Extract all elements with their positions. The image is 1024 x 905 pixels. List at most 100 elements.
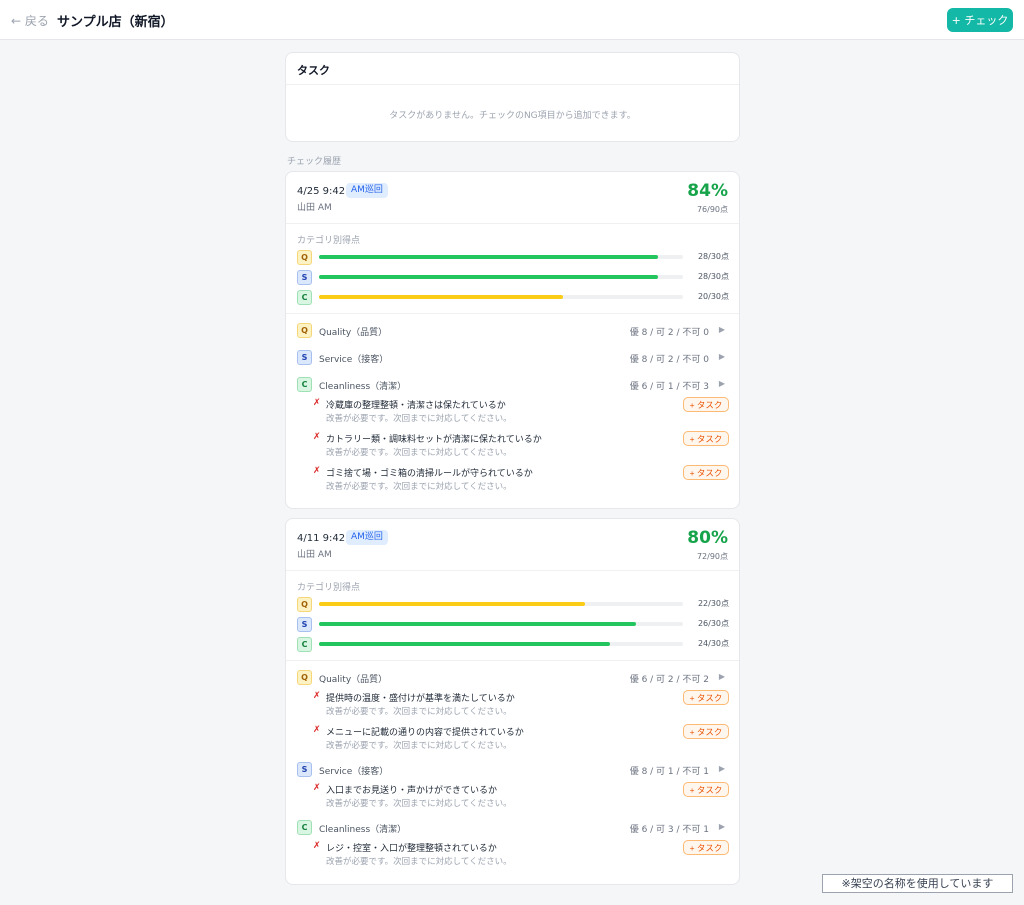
category-group-stats: 優 6 / 可 1 / 不可 3 xyxy=(629,382,709,392)
check-history-label: チェック履歴 xyxy=(287,157,342,167)
category-group-stats: 優 6 / 可 3 / 不可 1 xyxy=(629,825,709,835)
category-group-name: Service（接客） xyxy=(319,767,389,777)
ng-item: ✗ 提供時の温度・盛付けが基準を満たしているか 改善が必要です。次回までに対応してく… xyxy=(313,690,729,718)
category-score-row: Q 28/30点 xyxy=(297,250,729,265)
category-score-bar xyxy=(319,602,683,606)
record-divider xyxy=(286,660,739,661)
category-score-row: S 26/30点 xyxy=(297,617,729,632)
category-score-bar xyxy=(319,642,683,646)
category-score-title: カテゴリ別得点 xyxy=(297,583,361,593)
record-percent: 84% xyxy=(687,181,728,201)
category-s-icon: S xyxy=(297,762,312,777)
category-score-row: S 28/30点 xyxy=(297,270,729,285)
ng-mark-icon: ✗ xyxy=(313,398,321,408)
task-empty-message: タスクがありません。チェックのNG項目から追加できます。 xyxy=(389,111,636,121)
ng-item-note: 改善が必要です。次回までに対応してください。 xyxy=(326,707,512,717)
ng-item: ✗ ゴミ捨て場・ゴミ箱の清掃ルールが守られているか 改善が必要です。次回までに対応し… xyxy=(313,465,729,493)
ng-item-note: 改善が必要です。次回までに対応してください。 xyxy=(326,799,512,809)
ng-item-note: 改善が必要です。次回までに対応してください。 xyxy=(326,482,512,492)
expand-arrow-icon[interactable]: ▶ xyxy=(719,822,725,831)
category-c-icon: C xyxy=(297,290,312,305)
category-score-bar-fill xyxy=(319,622,636,626)
category-s-icon: S xyxy=(297,350,312,365)
category-group-row[interactable]: S Service（接客） 優 8 / 可 2 / 不可 0 ▶ xyxy=(297,350,729,365)
ng-mark-icon: ✗ xyxy=(313,691,321,701)
ng-item: ✗ 入口までお見送り・声かけができているか改善が必要です。次回までに対応してくださ… xyxy=(313,782,729,810)
ng-mark-icon: ✗ xyxy=(313,783,321,793)
add-task-button[interactable]: + タスク xyxy=(683,397,729,412)
ng-item: ✗ 冷蔵庫の整理整頓・清潔さは保たれているか 改善が必要です。次回までに対応してくだ… xyxy=(313,397,729,425)
category-group-stats: 優 8 / 可 2 / 不可 0 xyxy=(629,355,709,365)
category-s-icon: S xyxy=(297,617,312,632)
ng-item-note: 改善が必要です。次回までに対応してください。 xyxy=(326,414,512,424)
ng-item-text: レジ・控室・入口が整理整頓されているか xyxy=(326,844,497,854)
record-user: 山田 AM xyxy=(297,203,332,213)
category-score-bar-fill xyxy=(319,602,585,606)
category-group-row[interactable]: C Cleanliness（清潔） 優 6 / 可 1 / 不可 3 ▶ xyxy=(297,377,729,392)
record-date: 4/11 9:42 xyxy=(297,533,346,544)
expand-arrow-icon[interactable]: ▶ xyxy=(719,325,725,334)
category-group-row[interactable]: Q Quality（品質） 優 6 / 可 2 / 不可 2 ▶ xyxy=(297,670,729,685)
expand-arrow-icon[interactable]: ▶ xyxy=(719,764,725,773)
category-group-name: Quality（品質） xyxy=(319,675,388,685)
category-score-bar xyxy=(319,622,683,626)
ng-mark-icon: ✗ xyxy=(313,725,321,735)
category-score-bar-fill xyxy=(319,255,658,259)
category-score-row: C 20/30点 xyxy=(297,290,729,305)
record-date: 4/25 9:42 xyxy=(297,186,346,197)
category-q-icon: Q xyxy=(297,323,312,338)
category-score-title: カテゴリ別得点 xyxy=(297,236,361,246)
record-header: 4/11 9:42 AM巡回 山田 AM 80% 72/90点 xyxy=(286,519,739,571)
page-title: サンプル店（新宿） xyxy=(57,15,174,30)
ng-item-text: ゴミ捨て場・ゴミ箱の清掃ルールが守られているか xyxy=(326,469,533,479)
category-group-name: Cleanliness（清潔） xyxy=(319,382,407,392)
top-bar: ← 戻る サンプル店（新宿） + チェック xyxy=(0,0,1024,40)
expand-arrow-icon[interactable]: ▶ xyxy=(719,352,725,361)
add-task-button[interactable]: + タスク xyxy=(683,431,729,446)
ng-item-text: 入口までお見送り・声かけができているか xyxy=(326,786,498,796)
expand-arrow-icon[interactable]: ▶ xyxy=(719,672,725,681)
category-group-row[interactable]: C Cleanliness（清潔） 優 6 / 可 3 / 不可 1 ▶ xyxy=(297,820,729,835)
category-c-icon: C xyxy=(297,637,312,652)
task-card-title: タスク xyxy=(286,53,739,85)
record-user: 山田 AM xyxy=(297,550,332,560)
category-score-bar-fill xyxy=(319,642,611,646)
ng-item-text: 提供時の温度・盛付けが基準を満たしているか xyxy=(326,694,515,704)
add-task-button[interactable]: + タスク xyxy=(683,782,729,797)
fictional-name-footnote: ※架空の名称を使用しています xyxy=(822,874,1013,893)
add-task-button[interactable]: + タスク xyxy=(683,465,729,480)
expand-arrow-icon[interactable]: ▶ xyxy=(719,379,725,388)
category-score-bar xyxy=(319,295,683,299)
ng-mark-icon: ✗ xyxy=(313,841,321,851)
category-group-stats: 優 8 / 可 2 / 不可 0 xyxy=(629,328,709,338)
add-task-button[interactable]: + タスク xyxy=(683,840,729,855)
ng-item: ✗ カトラリー類・調味料セットが清潔に保たれているか 改善が必要です。次回までに対応… xyxy=(313,431,729,459)
category-group-name: Service（接客） xyxy=(319,355,389,365)
back-link[interactable]: ← 戻る xyxy=(11,12,49,29)
ng-item-text: カトラリー類・調味料セットが清潔に保たれているか xyxy=(326,435,542,445)
category-score-value: 22/30点 xyxy=(697,599,729,608)
category-c-icon: C xyxy=(297,820,312,835)
ng-mark-icon: ✗ xyxy=(313,466,321,476)
category-group-stats: 優 8 / 可 1 / 不可 1 xyxy=(629,767,709,777)
add-task-button[interactable]: + タスク xyxy=(683,690,729,705)
category-score-row: Q 22/30点 xyxy=(297,597,729,612)
record-header: 4/25 9:42 AM巡回 山田 AM 84% 76/90点 xyxy=(286,172,739,224)
category-score-value: 26/30点 xyxy=(697,619,729,628)
check-record-card: 4/11 9:42 AM巡回 山田 AM 80% 72/90点 カテゴリ別得点 Q 22/30… xyxy=(285,518,740,885)
category-group-row[interactable]: Q Quality（品質） 優 8 / 可 2 / 不可 0 ▶ xyxy=(297,323,729,338)
new-check-button[interactable]: + チェック xyxy=(947,8,1013,32)
record-type-badge: AM巡回 xyxy=(346,530,388,545)
record-points: 72/90点 xyxy=(696,552,728,561)
record-type-badge: AM巡回 xyxy=(346,183,388,198)
ng-item-note: 改善が必要です。次回までに対応してください。 xyxy=(326,741,512,751)
ng-item: ✗ メニューに記載の通りの内容で提供されているか 改善が必要です。次回までに対応して… xyxy=(313,724,729,752)
category-score-bar-fill xyxy=(319,295,563,299)
category-q-icon: Q xyxy=(297,670,312,685)
ng-mark-icon: ✗ xyxy=(313,432,321,442)
category-score-row: C 24/30点 xyxy=(297,637,729,652)
category-c-icon: C xyxy=(297,377,312,392)
category-group-row[interactable]: S Service（接客） 優 8 / 可 1 / 不可 1 ▶ xyxy=(297,762,729,777)
add-task-button[interactable]: + タスク xyxy=(683,724,729,739)
category-score-bar xyxy=(319,255,683,259)
